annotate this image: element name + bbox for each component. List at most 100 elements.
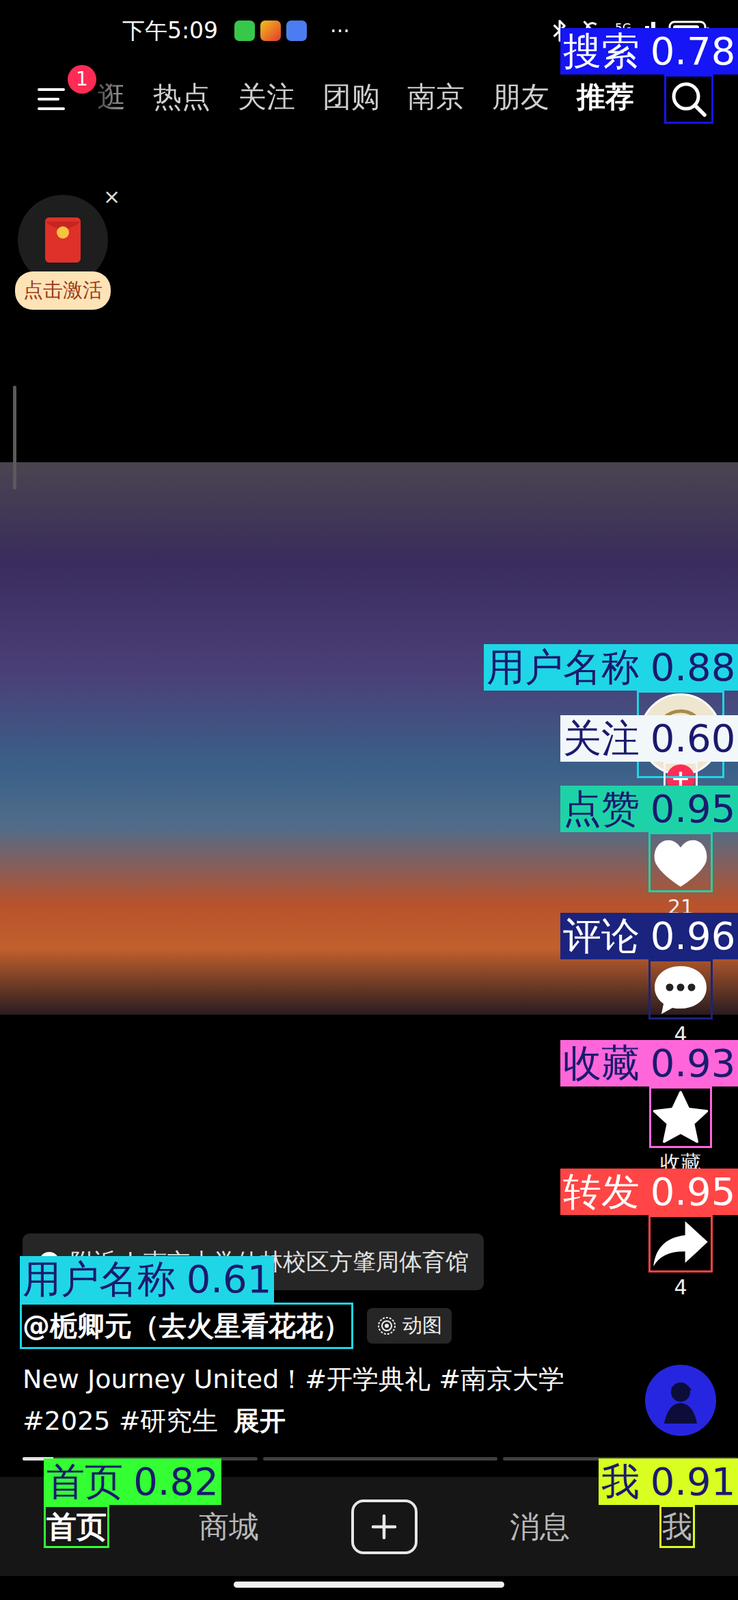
detection-label: 用户名称0.61: [19, 1255, 275, 1302]
comment-button[interactable]: 4: [651, 961, 710, 1047]
detection-box: [664, 74, 714, 124]
location-icon: [37, 1249, 61, 1274]
top-nav: 1逛热点关注团购南京朋友推荐: [0, 61, 738, 137]
detection-label: 点赞0.95: [560, 785, 738, 832]
comment-icon: [651, 961, 710, 1017]
share-icon: [651, 1217, 710, 1269]
collect-button[interactable]: 收藏: [651, 1088, 710, 1175]
progress-segment: [263, 1456, 499, 1460]
detection-box: [648, 1214, 713, 1272]
detection-box: [43, 1504, 110, 1548]
author-name[interactable]: @栀卿元（去火星看花花）: [22, 1304, 351, 1346]
video-frame[interactable]: [0, 461, 738, 1015]
location-prefix: 附近: [70, 1243, 117, 1279]
bell-off-icon: [580, 18, 605, 44]
nav-label: 我: [662, 1506, 693, 1545]
like-button[interactable]: 21: [651, 834, 710, 920]
detection-box: [648, 831, 713, 892]
detection-label: 用户名称0.88: [483, 643, 738, 691]
media-tag-label: 动图: [402, 1309, 443, 1341]
tab[interactable]: 热点: [153, 78, 211, 121]
heart-icon: [651, 834, 710, 890]
avatar-icon: [641, 694, 720, 773]
nav-item[interactable]: 首页: [0, 1476, 153, 1576]
promo-button[interactable]: 点击激活: [15, 271, 111, 310]
status-time: 下午5:09: [122, 17, 218, 45]
star-icon: [651, 1088, 710, 1145]
detection-score: 0.96: [650, 912, 736, 958]
menu-badge: 1: [67, 64, 97, 94]
progress-fill: [22, 1456, 54, 1460]
action-rail: +21 4 收藏 4: [629, 692, 732, 1300]
nav-item[interactable]: 商城: [152, 1476, 305, 1576]
nav-label: 商城: [198, 1506, 259, 1545]
home-indicator[interactable]: [233, 1580, 505, 1587]
nav-item[interactable]: 我: [615, 1476, 738, 1576]
detection-label: 我0.91: [598, 1457, 738, 1505]
plus-icon: [370, 1512, 398, 1540]
detection-score: 0.91: [650, 1458, 736, 1503]
music-disc-icon: [645, 1363, 717, 1435]
detection-class: 收藏: [563, 1040, 640, 1085]
menu-icon: [37, 86, 70, 112]
detection-score: 0.82: [133, 1458, 219, 1503]
author-row: @栀卿元（去火星看花花） 动图: [22, 1304, 738, 1346]
search-button[interactable]: [666, 77, 711, 121]
collect-count: 收藏: [660, 1150, 702, 1175]
post-description: New Journey United！#开学典礼 #南京大学 #2025 #研究…: [22, 1357, 590, 1442]
status-icons: 5G: [549, 18, 711, 44]
detection-box: [649, 1085, 713, 1148]
promo-close[interactable]: ×: [103, 186, 121, 208]
detection-class: 我: [601, 1458, 640, 1503]
share-button[interactable]: 4: [651, 1217, 710, 1300]
author-avatar[interactable]: [639, 692, 722, 775]
detection-class: 用户名称: [486, 644, 640, 689]
detection-score: 0.78: [650, 28, 736, 74]
detection-box: [636, 690, 725, 778]
detection-box: [19, 1301, 354, 1349]
home-indicator-area: [0, 1575, 738, 1599]
follow-button[interactable]: +: [666, 763, 695, 793]
detection-box: [648, 958, 713, 1019]
detection-class: 关注: [563, 715, 640, 760]
detection-box: [659, 1504, 695, 1548]
detection-class: 用户名称: [22, 1255, 176, 1301]
location-place: 南京大学仙林校区方肇周体育馆: [143, 1243, 469, 1279]
detection-label: 收藏0.93: [560, 1039, 738, 1086]
notification-icons: [234, 20, 307, 41]
detection-label: 搜索0.78: [560, 28, 738, 75]
detection-class: 点赞: [563, 785, 640, 831]
tab-strip: 逛热点关注团购南京朋友推荐: [97, 78, 635, 121]
menu-button[interactable]: 1: [37, 85, 70, 113]
status-more: ···: [330, 15, 350, 47]
location-tag[interactable]: 附近|南京大学仙林校区方肇周体育馆: [22, 1232, 484, 1290]
tab[interactable]: 朋友: [492, 78, 550, 121]
progress-segment: [502, 1456, 738, 1460]
nav-label: 首页: [46, 1506, 107, 1545]
nav-item[interactable]: 消息: [463, 1476, 616, 1576]
video-feed[interactable]: ×点击激活+214收藏4附近|南京大学仙林校区方肇周体育馆@栀卿元（去火星看花花…: [0, 136, 738, 1476]
share-count: 4: [673, 1274, 687, 1300]
battery-icon: [668, 19, 711, 42]
tab[interactable]: 南京: [407, 78, 465, 121]
expand-button[interactable]: 展开: [233, 1404, 286, 1435]
nav-item[interactable]: [304, 1476, 464, 1576]
search-icon: [668, 79, 709, 119]
detection-score: 0.60: [650, 715, 736, 760]
tab[interactable]: 逛: [97, 78, 126, 121]
location-separator: |: [126, 1243, 134, 1279]
status-bar: 下午5:09 ··· 5G: [0, 0, 738, 62]
detection-label: 首页0.82: [43, 1457, 222, 1505]
tab[interactable]: 推荐: [576, 78, 635, 121]
detection-score: 0.95: [650, 785, 736, 831]
tab[interactable]: 团购: [322, 78, 380, 121]
promo-widget[interactable]: ×点击激活: [15, 194, 118, 310]
detection-score: 0.95: [650, 1168, 736, 1213]
tab[interactable]: 关注: [237, 78, 296, 121]
red-envelope-icon: [43, 215, 82, 264]
detection-score: 0.93: [650, 1040, 736, 1085]
detection-overlay: 搜索0.78用户名称0.88关注0.60点赞0.95评论0.96收藏0.93转发…: [0, 0, 738, 1599]
app-icon: [260, 20, 281, 41]
publish-button[interactable]: [351, 1498, 418, 1554]
music-disc[interactable]: [645, 1363, 717, 1435]
